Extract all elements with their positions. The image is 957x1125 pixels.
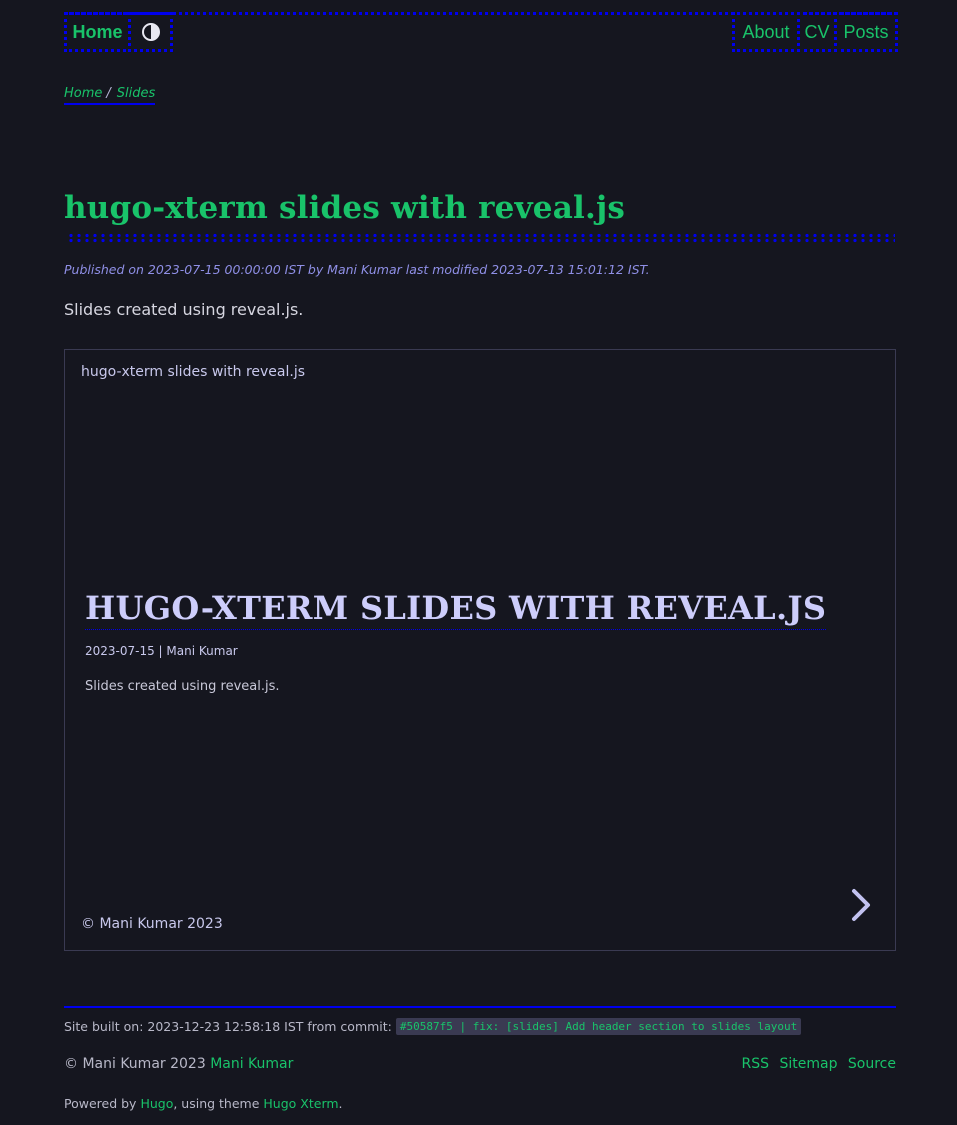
build-info: Site built on: 2023-12-23 12:58:18 IST f… [64, 1018, 802, 1035]
theme-toggle-button[interactable] [128, 12, 173, 52]
chevron-right-icon [852, 889, 870, 921]
powered-mid: , using theme [173, 1096, 260, 1111]
breadcrumb-separator: / [106, 86, 111, 101]
page-title: hugo-xterm slides with reveal.js [64, 190, 626, 226]
slide-title: hugo-xterm slides with reveal.js [85, 587, 827, 630]
post-description: Slides created using reveal.js. [64, 300, 304, 319]
author-link[interactable]: Mani Kumar [210, 1056, 293, 1072]
build-label: Site built on: 2023-12-23 12:58:18 IST f… [64, 1019, 392, 1034]
nav-cv-link[interactable]: CV [797, 12, 837, 52]
breadcrumb-slides[interactable]: Slides [117, 86, 156, 101]
footer-divider [64, 1006, 896, 1008]
commit-badge: #50587f5 | fix: [slides] Add header sect… [395, 1018, 802, 1035]
powered-suffix: . [338, 1096, 343, 1111]
hugo-link[interactable]: Hugo [140, 1096, 173, 1111]
contrast-icon [141, 23, 160, 41]
copyright: © Mani Kumar 2023 Mani Kumar [64, 1056, 293, 1072]
source-link[interactable]: Source [848, 1056, 896, 1072]
footer-links: RSS Sitemap Source [736, 1056, 897, 1072]
nav-about-link[interactable]: About [732, 12, 800, 52]
powered-prefix: Powered by [64, 1096, 137, 1111]
slide-description: Slides created using reveal.js. [85, 679, 280, 694]
post-meta: Published on 2023-07-15 00:00:00 IST by … [64, 262, 650, 277]
theme-link[interactable]: Hugo Xterm [263, 1096, 338, 1111]
next-slide-button[interactable] [849, 886, 875, 926]
sitemap-link[interactable]: Sitemap [779, 1056, 837, 1072]
title-underline-divider [67, 233, 895, 243]
slides-embed[interactable]: hugo-xterm slides with reveal.js hugo-xt… [64, 349, 896, 951]
rss-link[interactable]: RSS [742, 1056, 770, 1072]
powered-by: Powered by Hugo, using theme Hugo Xterm. [64, 1096, 343, 1111]
nav-home-link[interactable]: Home [64, 12, 131, 52]
top-nav: Home About CV Posts [64, 12, 898, 52]
slides-header: hugo-xterm slides with reveal.js [81, 364, 306, 380]
breadcrumb: Home / Slides [64, 86, 156, 105]
breadcrumb-home[interactable]: Home [64, 86, 102, 101]
nav-posts-link[interactable]: Posts [834, 12, 898, 52]
slide-meta: 2023-07-15 | Mani Kumar [85, 644, 238, 658]
copyright-text: © Mani Kumar 2023 [64, 1056, 206, 1072]
slides-footer: © Mani Kumar 2023 [81, 916, 223, 932]
